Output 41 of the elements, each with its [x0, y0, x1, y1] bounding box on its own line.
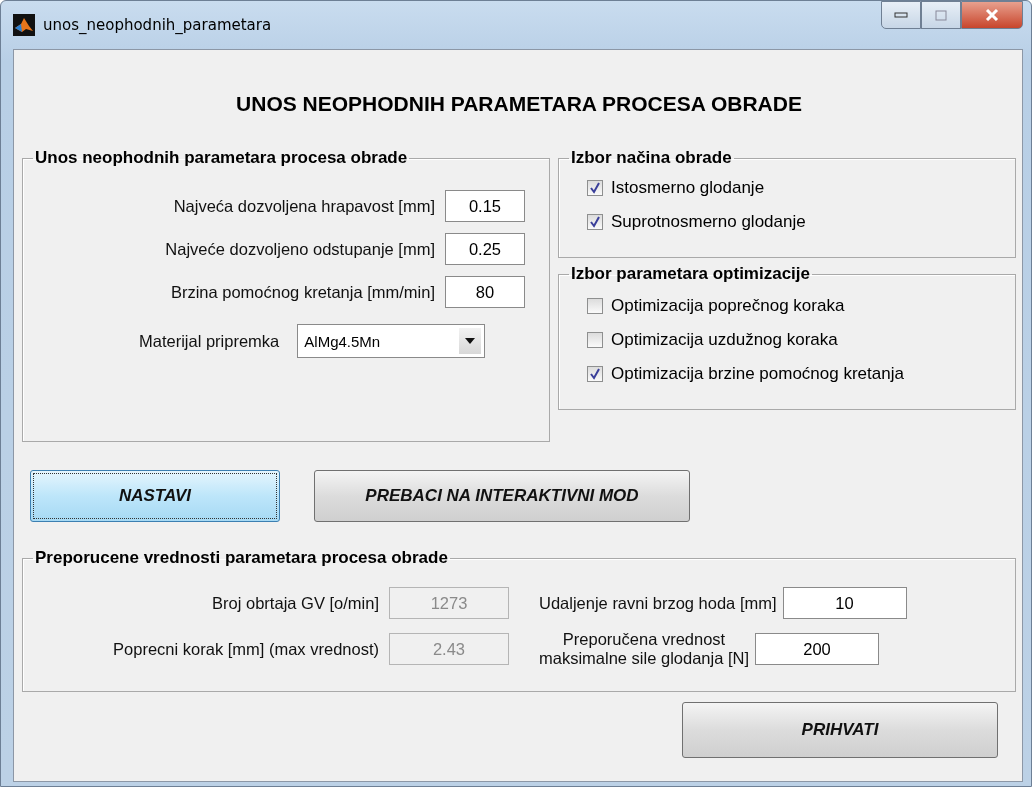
field-label: Poprecni korak [mm] (max vrednost) [113, 639, 379, 659]
panel-title: Preporucene vrednosti parametara procesa obrade [34, 548, 449, 568]
field-label: Brzina pomoćnog kretanja [mm/min] [170, 282, 435, 302]
checkbox-label: Istosmerno glodanje [611, 178, 765, 198]
form-heading: UNOS NEOPHODNIH PARAMETARA PROCESA OBRADE [235, 92, 803, 116]
checkbox-label: Suprotnosmerno glodanje [611, 212, 806, 232]
input-field[interactable]: 10 [782, 587, 907, 619]
checkbox-label: Optimizacija brzine pomoćnog kretanja [611, 364, 904, 384]
interactive-mode-button[interactable]: PREBACI NA INTERAKTIVNI MOD [314, 470, 690, 522]
minimize-icon [894, 12, 908, 18]
input-field[interactable]: 0.25 [445, 233, 525, 265]
continue-button[interactable]: NASTAVI [30, 470, 280, 522]
checkbox[interactable] [587, 180, 603, 196]
field-label: Najveće dozvoljeno odstupanje [mm] [165, 239, 435, 259]
close-icon [985, 9, 999, 21]
app-icon [13, 14, 35, 36]
checkbox-label: Optimizacija uzdužnog koraka [611, 330, 838, 350]
field-label: Najveća dozvoljena hrapavost [mm] [173, 196, 435, 216]
checkbox-label: Optimizacija poprečnog koraka [611, 296, 845, 316]
panel-title: Izbor parametara optimizacije [570, 264, 812, 284]
field-label: Broj obrtaja GV [o/min] [212, 593, 379, 613]
input-field[interactable]: 80 [445, 276, 525, 308]
window-title: unos_neophodnih_parametara [43, 16, 272, 34]
field-label: Materijal pripremka [139, 331, 280, 351]
dropdown-arrow-icon [465, 338, 476, 344]
maximize-button[interactable] [921, 1, 961, 29]
close-button[interactable] [961, 1, 1023, 29]
material-dropdown[interactable]: AlMg4.5Mn [297, 324, 486, 358]
checkbox[interactable] [587, 366, 603, 382]
accept-button[interactable]: PRIHVATI [682, 702, 998, 758]
panel-title: Unos neophodnih parametara procesa obrade [34, 148, 409, 168]
maximize-icon [935, 9, 947, 21]
checkbox[interactable] [587, 332, 603, 348]
input-field[interactable]: 0.15 [445, 190, 525, 222]
minimize-button[interactable] [881, 1, 921, 29]
field-label: Preporučena vrednost maksimalne sile glodanja [N] [539, 630, 749, 668]
input-field[interactable]: 200 [755, 633, 879, 665]
checkbox[interactable] [587, 298, 603, 314]
checkbox[interactable] [587, 214, 603, 230]
field-label: Udaljenje ravni brzog hoda [mm] [539, 593, 777, 613]
panel-title: Izbor načina obrade [570, 148, 733, 168]
